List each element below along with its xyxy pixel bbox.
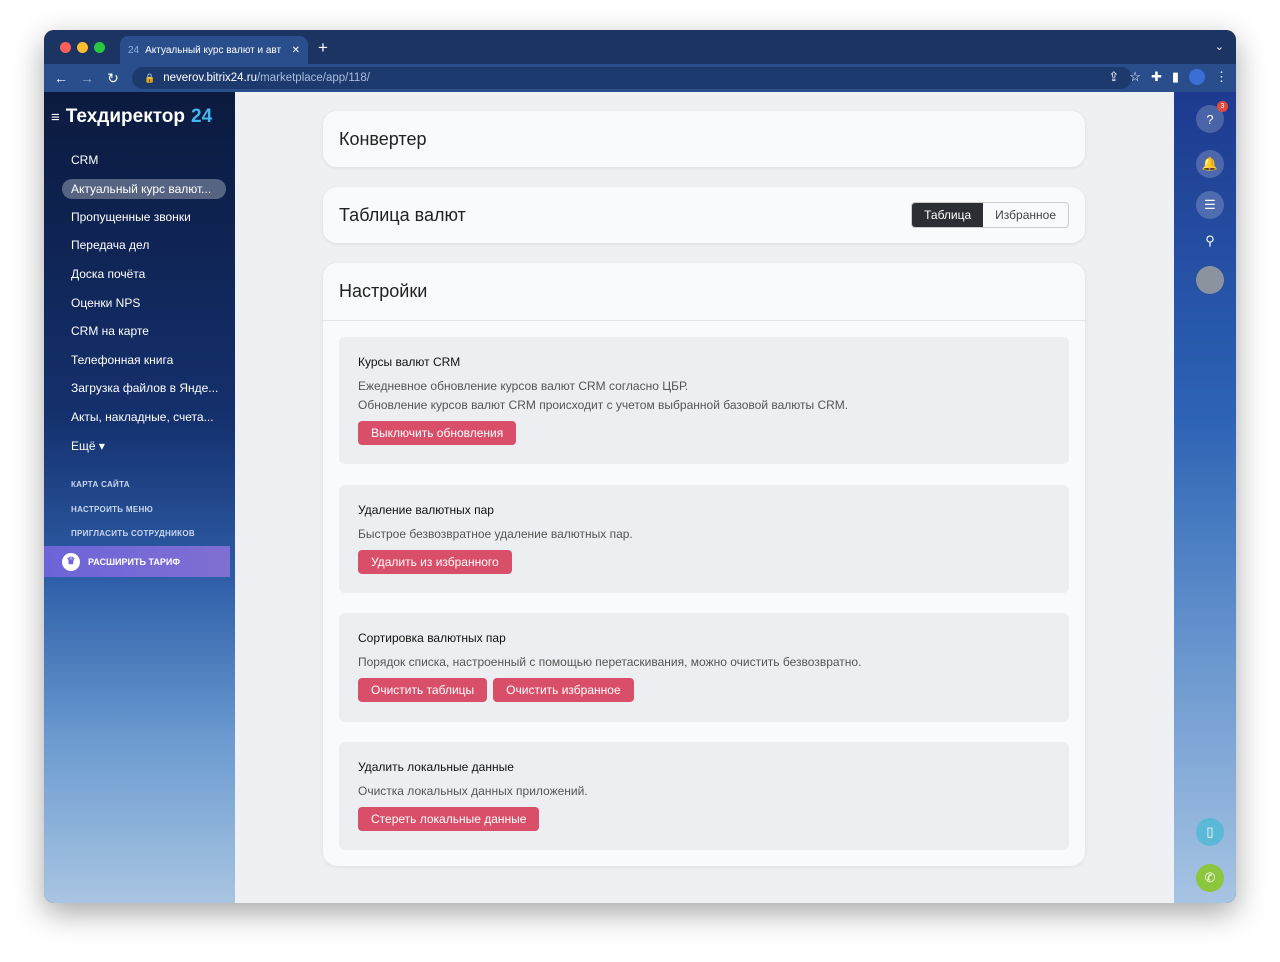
sidebar-item-task-transfer[interactable]: Передача дел — [62, 231, 226, 260]
remove-from-favorites-button[interactable]: Удалить из избранного — [358, 550, 512, 574]
app-content: Конвертер Таблица валют Таблица Избранно… — [235, 92, 1174, 903]
brand-name: Техдиректор — [65, 106, 185, 127]
user-avatar[interactable] — [1196, 266, 1224, 294]
url-path: /marketplace/app/118/ — [256, 72, 370, 84]
invite-link[interactable]: ПРИГЛАСИТЬ СОТРУДНИКОВ — [71, 529, 195, 538]
erase-local-data-button[interactable]: Стереть локальные данные — [358, 807, 540, 831]
mobile-cloud-icon: ▯ — [1206, 824, 1214, 839]
currency-table-card: Таблица валют Таблица Избранное — [323, 187, 1085, 243]
close-tab-icon[interactable]: ✕ — [292, 45, 300, 56]
section-text: Обновление курсов валют CRM происходит с… — [358, 398, 849, 412]
section-text: Порядок списка, настроенный с помощью пе… — [358, 655, 862, 669]
disable-updates-button[interactable]: Выключить обновления — [358, 421, 517, 445]
tab-bar: 24 Актуальный курс валют и авт ✕ + ⌄ — [44, 30, 1236, 64]
section-title: Сортировка валютных пар — [358, 631, 506, 645]
chat-icon: ☰ — [1204, 197, 1216, 212]
side-panel-icon[interactable]: ▮ — [1172, 69, 1179, 85]
bookmark-star-icon[interactable]: ☆ — [1129, 69, 1141, 85]
bell-icon: 🔔 — [1201, 156, 1219, 171]
share-icon[interactable]: ⇪ — [1108, 69, 1119, 85]
maximize-window-button[interactable] — [94, 42, 105, 53]
clear-tables-button[interactable]: Очистить таблицы — [358, 678, 488, 702]
currency-table-title: Таблица валют — [339, 205, 466, 225]
settings-section-crm-rates: Курсы валют CRM Ежедневное обновление ку… — [339, 337, 1069, 464]
sidebar-item-missed-calls[interactable]: Пропущенные звонки — [62, 203, 226, 232]
sidebar-item-yandex-upload[interactable]: Загрузка файлов в Янде... — [62, 374, 226, 403]
upgrade-plan-button[interactable]: ♛ РАСШИРИТЬ ТАРИФ — [44, 546, 230, 577]
sidebar-item-acts[interactable]: Акты, накладные, счета... — [62, 403, 226, 432]
converter-title: Конвертер — [339, 129, 427, 149]
section-text: Очистка локальных данных приложений. — [358, 784, 588, 798]
divider — [323, 320, 1085, 321]
chat-button[interactable]: ☰ — [1196, 191, 1224, 219]
upgrade-label: РАСШИРИТЬ ТАРИФ — [88, 556, 181, 567]
settings-section-local-data: Удалить локальные данные Очистка локальн… — [339, 742, 1069, 850]
sidebar-item-currency-rates[interactable]: Актуальный курс валют... — [62, 178, 226, 199]
settings-section-delete-pairs: Удаление валютных пар Быстрое безвозврат… — [339, 485, 1069, 593]
view-toggle: Таблица Избранное — [911, 202, 1069, 228]
sidebar-item-crm-map[interactable]: CRM на карте — [62, 317, 226, 346]
sidebar-item-phonebook[interactable]: Телефонная книга — [62, 346, 226, 375]
sidebar-item-nps[interactable]: Оценки NPS — [62, 288, 226, 317]
help-button[interactable]: ? 3 — [1196, 101, 1228, 133]
phone-button[interactable]: ✆ — [1196, 864, 1224, 892]
settings-title: Настройки — [339, 281, 428, 301]
back-icon[interactable]: ← — [48, 70, 74, 86]
extensions-icon[interactable]: ✚ — [1151, 69, 1162, 85]
right-panel: ? 3 🔔 ☰ ⚲ ▯ ✆ — [1174, 92, 1236, 903]
converter-card: Конвертер — [323, 111, 1085, 167]
favicon-icon: 24 — [128, 44, 140, 56]
section-title: Удалить локальные данные — [358, 760, 514, 774]
crown-icon: ♛ — [62, 552, 80, 571]
sidebar-item-honor-board[interactable]: Доска почёта — [62, 260, 226, 289]
new-tab-button[interactable]: + — [318, 38, 328, 58]
reload-icon[interactable]: ↻ — [100, 70, 126, 87]
settings-card: Настройки Курсы валют CRM Ежедневное обн… — [323, 263, 1085, 866]
sidebar-item-more[interactable]: Ещё ▾ — [62, 431, 226, 460]
tab-table[interactable]: Таблица — [912, 203, 984, 227]
section-text: Быстрое безвозвратное удаление валютных … — [358, 527, 633, 541]
configure-menu-link[interactable]: НАСТРОИТЬ МЕНЮ — [71, 505, 153, 514]
brand-number: 24 — [191, 106, 213, 127]
forward-icon[interactable]: → — [74, 70, 100, 86]
section-title: Курсы валют CRM — [358, 355, 461, 369]
tab-title: Актуальный курс валют и авт — [145, 44, 282, 56]
hamburger-menu-icon[interactable]: ≡ — [51, 109, 60, 126]
lock-icon: 🔒 — [144, 72, 156, 83]
address-bar-row: ← → ↻ 🔒 neverov.bitrix24.ru/marketplace/… — [44, 64, 1236, 92]
url-field[interactable]: 🔒 neverov.bitrix24.ru/marketplace/app/11… — [132, 67, 1132, 89]
browser-menu-icon[interactable]: ⋮ — [1215, 69, 1228, 85]
profile-avatar-icon[interactable] — [1189, 69, 1205, 85]
search-icon: ⚲ — [1205, 233, 1215, 248]
notifications-button[interactable]: 🔔 — [1196, 150, 1224, 178]
settings-section-sorting: Сортировка валютных пар Порядок списка, … — [339, 613, 1069, 722]
help-icon: ? — [1206, 111, 1214, 127]
minimize-window-button[interactable] — [77, 42, 88, 53]
sitemap-link[interactable]: КАРТА САЙТА — [71, 480, 130, 489]
left-sidebar: ≡ Техдиректор 24 CRM Актуальный курс вал… — [44, 92, 235, 903]
search-button[interactable]: ⚲ — [1196, 227, 1224, 255]
help-badge: 3 — [1217, 101, 1228, 112]
browser-window: 24 Актуальный курс валют и авт ✕ + ⌄ ← →… — [44, 30, 1236, 903]
sidebar-item-crm[interactable]: CRM — [62, 146, 226, 175]
portal-logo[interactable]: ≡ Техдиректор 24 — [51, 106, 212, 128]
section-text: Ежедневное обновление курсов валют CRM с… — [358, 379, 689, 393]
close-window-button[interactable] — [60, 42, 71, 53]
browser-tab[interactable]: 24 Актуальный курс валют и авт ✕ — [120, 36, 308, 64]
tab-list-chevron-icon[interactable]: ⌄ — [1215, 40, 1224, 53]
tab-favorites[interactable]: Избранное — [983, 203, 1068, 227]
phone-icon: ✆ — [1204, 870, 1216, 885]
clear-favorites-button[interactable]: Очистить избранное — [493, 678, 634, 702]
url-host: neverov.bitrix24.ru — [163, 72, 257, 84]
section-title: Удаление валютных пар — [358, 503, 494, 517]
mobile-app-button[interactable]: ▯ — [1196, 818, 1224, 846]
